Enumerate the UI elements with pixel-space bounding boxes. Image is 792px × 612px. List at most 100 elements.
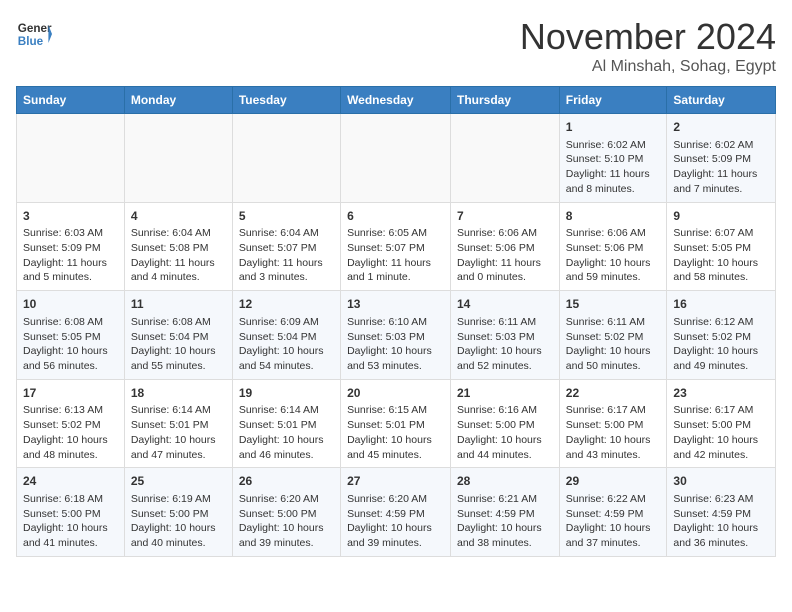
cell-content: Sunrise: 6:17 AM Sunset: 5:00 PM Dayligh… (673, 403, 769, 462)
day-number: 11 (131, 296, 226, 313)
calendar-cell: 30Sunrise: 6:23 AM Sunset: 4:59 PM Dayli… (667, 468, 776, 557)
calendar-cell: 23Sunrise: 6:17 AM Sunset: 5:00 PM Dayli… (667, 379, 776, 468)
calendar-cell: 9Sunrise: 6:07 AM Sunset: 5:05 PM Daylig… (667, 202, 776, 291)
calendar-cell: 26 Sunrise: 6:20 AM Sunset: 5:00 PM Dayli… (232, 468, 340, 557)
day-number: 12 (239, 296, 334, 313)
calendar-cell: 5Sunrise: 6:04 AM Sunset: 5:07 PM Daylig… (232, 202, 340, 291)
calendar-cell: 22Sunrise: 6:17 AM Sunset: 5:00 PM Dayli… (559, 379, 667, 468)
day-number: 16 (673, 296, 769, 313)
calendar-cell: 8Sunrise: 6:06 AM Sunset: 5:06 PM Daylig… (559, 202, 667, 291)
calendar-cell: 13 Sunrise: 6:10 AM Sunset: 5:03 PM Dayli… (341, 291, 451, 380)
day-number: 24 (23, 473, 118, 490)
day-number: 4 (131, 208, 226, 225)
day-number: 20 (347, 385, 444, 402)
calendar-cell: 29 Sunrise: 6:22 AM Sunset: 4:59 PM Dayli… (559, 468, 667, 557)
calendar-cell: 15 Sunrise: 6:11 AM Sunset: 5:02 PM Dayli… (559, 291, 667, 380)
day-number: 29 (566, 473, 661, 490)
day-number: 9 (673, 208, 769, 225)
calendar-table: SundayMondayTuesdayWednesdayThursdayFrid… (16, 86, 776, 557)
day-number: 30 (673, 473, 769, 490)
calendar-cell: 1 Sunrise: 6:02 AM Sunset: 5:10 PM Daylig… (559, 114, 667, 203)
calendar-cell: 18Sunrise: 6:14 AM Sunset: 5:01 PM Dayli… (124, 379, 232, 468)
calendar-cell: 2 Sunrise: 6:02 AM Sunset: 5:09 PM Daylig… (667, 114, 776, 203)
cell-content: Sunrise: 6:12 AM Sunset: 5:02 PM Dayligh… (673, 315, 769, 374)
day-number: 7 (457, 208, 553, 225)
title-block: November 2024 Al Minshah, Sohag, Egypt (520, 16, 776, 76)
cell-content: Sunrise: 6:18 AM Sunset: 5:00 PM Dayligh… (23, 492, 118, 551)
calendar-body: 1 Sunrise: 6:02 AM Sunset: 5:10 PM Daylig… (17, 114, 776, 557)
day-number: 23 (673, 385, 769, 402)
calendar-cell: 16 Sunrise: 6:12 AM Sunset: 5:02 PM Dayli… (667, 291, 776, 380)
month-title: November 2024 (520, 16, 776, 58)
cell-content: Sunrise: 6:21 AM Sunset: 4:59 PM Dayligh… (457, 492, 553, 551)
day-number: 14 (457, 296, 553, 313)
day-number: 5 (239, 208, 334, 225)
day-number: 21 (457, 385, 553, 402)
calendar-cell: 4Sunrise: 6:04 AM Sunset: 5:08 PM Daylig… (124, 202, 232, 291)
day-number: 19 (239, 385, 334, 402)
day-number: 26 (239, 473, 334, 490)
cell-content: Sunrise: 6:15 AM Sunset: 5:01 PM Dayligh… (347, 403, 444, 462)
weekday-thursday: Thursday (451, 87, 560, 114)
calendar-cell: 7Sunrise: 6:06 AM Sunset: 5:06 PM Daylig… (451, 202, 560, 291)
calendar-cell: 6Sunrise: 6:05 AM Sunset: 5:07 PM Daylig… (341, 202, 451, 291)
calendar-cell: 14 Sunrise: 6:11 AM Sunset: 5:03 PM Dayli… (451, 291, 560, 380)
calendar-cell: 10 Sunrise: 6:08 AM Sunset: 5:05 PM Dayli… (17, 291, 125, 380)
weekday-friday: Friday (559, 87, 667, 114)
cell-content: Sunrise: 6:19 AM Sunset: 5:00 PM Dayligh… (131, 492, 226, 551)
cell-content: Sunrise: 6:06 AM Sunset: 5:06 PM Dayligh… (457, 226, 553, 285)
logo-icon: General Blue (16, 16, 52, 52)
calendar-cell: 28 Sunrise: 6:21 AM Sunset: 4:59 PM Dayli… (451, 468, 560, 557)
cell-content: Sunrise: 6:22 AM Sunset: 4:59 PM Dayligh… (566, 492, 661, 551)
day-number: 22 (566, 385, 661, 402)
cell-content: Sunrise: 6:02 AM Sunset: 5:10 PM Dayligh… (566, 138, 661, 197)
day-number: 10 (23, 296, 118, 313)
day-number: 28 (457, 473, 553, 490)
calendar-cell (232, 114, 340, 203)
calendar-cell (124, 114, 232, 203)
cell-content: Sunrise: 6:08 AM Sunset: 5:04 PM Dayligh… (131, 315, 226, 374)
day-number: 8 (566, 208, 661, 225)
weekday-header-row: SundayMondayTuesdayWednesdayThursdayFrid… (17, 87, 776, 114)
page-header: General Blue November 2024 Al Minshah, S… (16, 16, 776, 76)
calendar-cell: 25 Sunrise: 6:19 AM Sunset: 5:00 PM Dayli… (124, 468, 232, 557)
cell-content: Sunrise: 6:05 AM Sunset: 5:07 PM Dayligh… (347, 226, 444, 285)
day-number: 27 (347, 473, 444, 490)
cell-content: Sunrise: 6:04 AM Sunset: 5:08 PM Dayligh… (131, 226, 226, 285)
week-row-3: 10 Sunrise: 6:08 AM Sunset: 5:05 PM Dayli… (17, 291, 776, 380)
week-row-5: 24 Sunrise: 6:18 AM Sunset: 5:00 PM Dayli… (17, 468, 776, 557)
cell-content: Sunrise: 6:20 AM Sunset: 4:59 PM Dayligh… (347, 492, 444, 551)
calendar-cell: 20Sunrise: 6:15 AM Sunset: 5:01 PM Dayli… (341, 379, 451, 468)
cell-content: Sunrise: 6:17 AM Sunset: 5:00 PM Dayligh… (566, 403, 661, 462)
day-number: 6 (347, 208, 444, 225)
location-title: Al Minshah, Sohag, Egypt (520, 58, 776, 76)
weekday-monday: Monday (124, 87, 232, 114)
day-number: 13 (347, 296, 444, 313)
calendar-cell: 24 Sunrise: 6:18 AM Sunset: 5:00 PM Dayli… (17, 468, 125, 557)
calendar-cell (451, 114, 560, 203)
svg-text:Blue: Blue (18, 35, 44, 48)
day-number: 1 (566, 119, 661, 136)
cell-content: Sunrise: 6:14 AM Sunset: 5:01 PM Dayligh… (131, 403, 226, 462)
cell-content: Sunrise: 6:11 AM Sunset: 5:02 PM Dayligh… (566, 315, 661, 374)
week-row-2: 3Sunrise: 6:03 AM Sunset: 5:09 PM Daylig… (17, 202, 776, 291)
cell-content: Sunrise: 6:08 AM Sunset: 5:05 PM Dayligh… (23, 315, 118, 374)
day-number: 17 (23, 385, 118, 402)
week-row-4: 17Sunrise: 6:13 AM Sunset: 5:02 PM Dayli… (17, 379, 776, 468)
day-number: 2 (673, 119, 769, 136)
cell-content: Sunrise: 6:10 AM Sunset: 5:03 PM Dayligh… (347, 315, 444, 374)
cell-content: Sunrise: 6:13 AM Sunset: 5:02 PM Dayligh… (23, 403, 118, 462)
weekday-wednesday: Wednesday (341, 87, 451, 114)
day-number: 25 (131, 473, 226, 490)
weekday-tuesday: Tuesday (232, 87, 340, 114)
day-number: 15 (566, 296, 661, 313)
cell-content: Sunrise: 6:02 AM Sunset: 5:09 PM Dayligh… (673, 138, 769, 197)
cell-content: Sunrise: 6:20 AM Sunset: 5:00 PM Dayligh… (239, 492, 334, 551)
cell-content: Sunrise: 6:03 AM Sunset: 5:09 PM Dayligh… (23, 226, 118, 285)
cell-content: Sunrise: 6:06 AM Sunset: 5:06 PM Dayligh… (566, 226, 661, 285)
cell-content: Sunrise: 6:16 AM Sunset: 5:00 PM Dayligh… (457, 403, 553, 462)
day-number: 3 (23, 208, 118, 225)
cell-content: Sunrise: 6:11 AM Sunset: 5:03 PM Dayligh… (457, 315, 553, 374)
calendar-cell (17, 114, 125, 203)
logo: General Blue (16, 16, 52, 52)
